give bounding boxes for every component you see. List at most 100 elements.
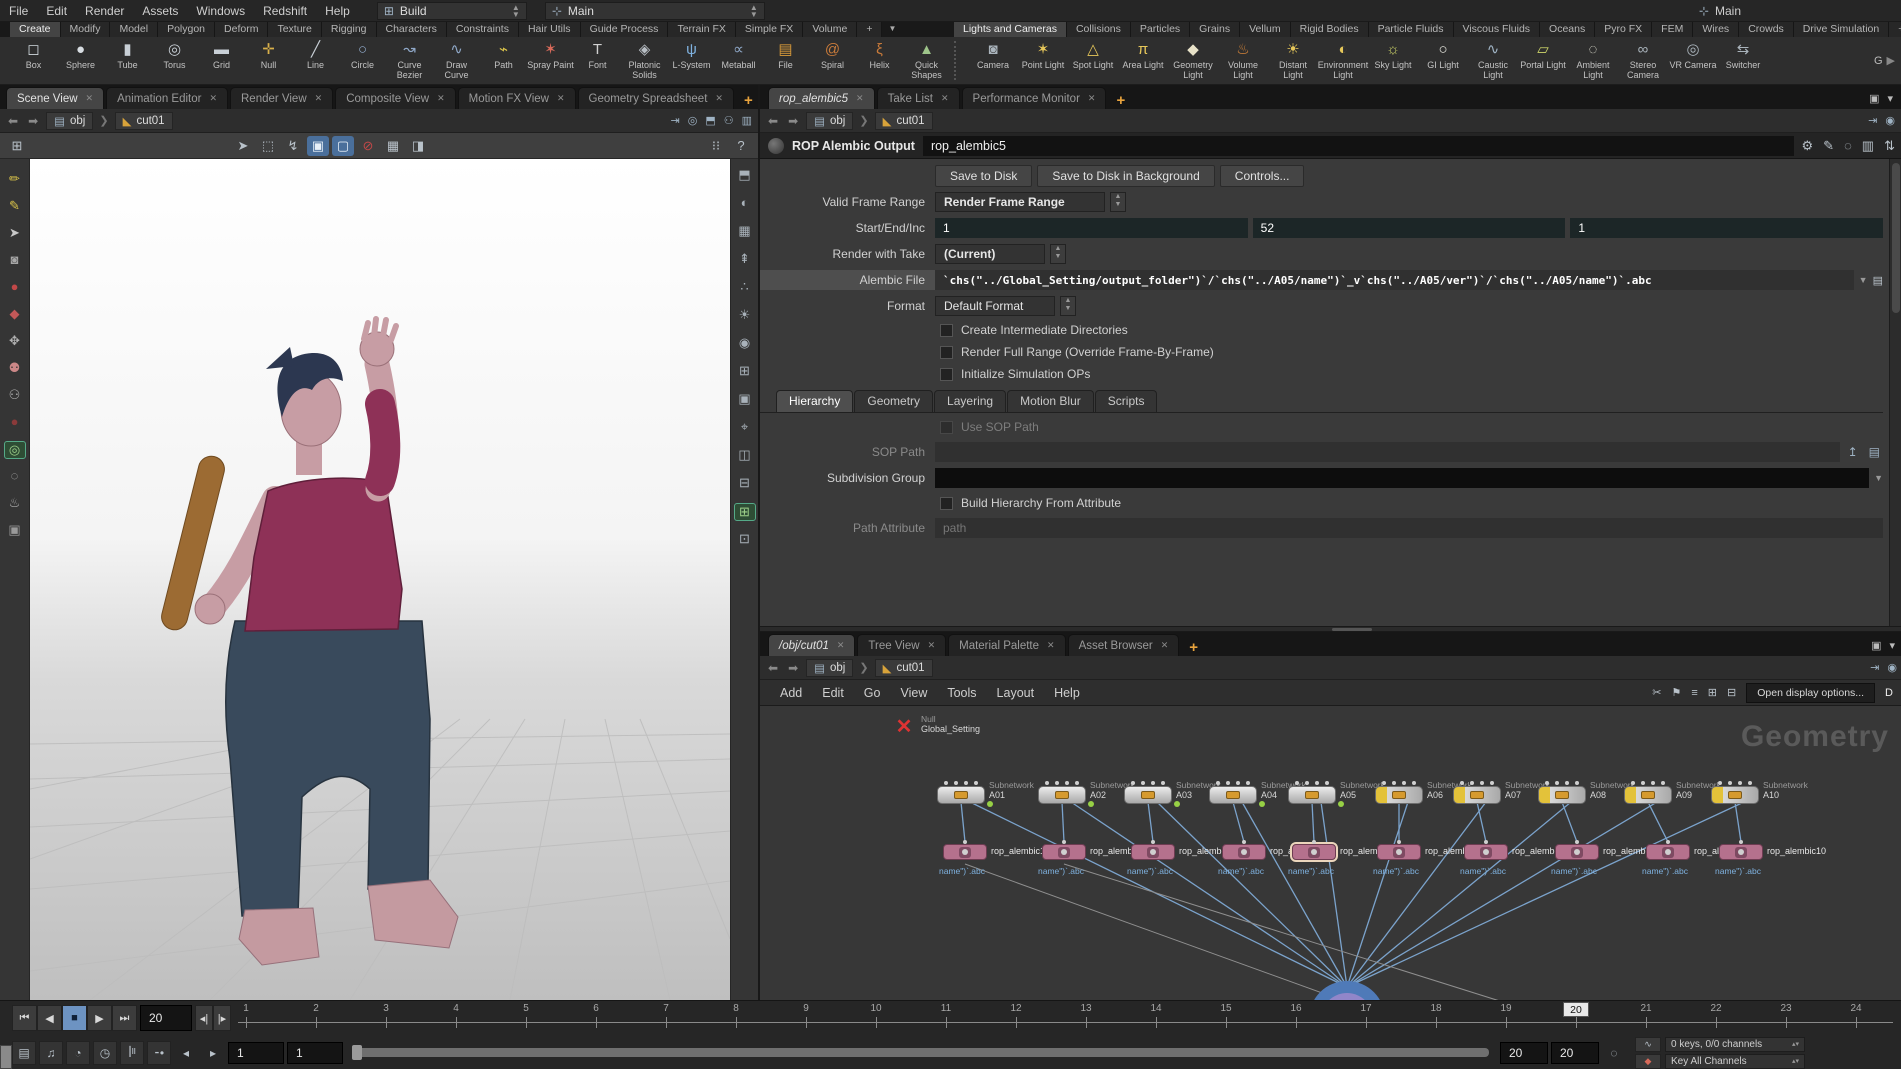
rop-alembic-node[interactable]: rop_alembic10 name")`.abc [1719, 844, 1763, 860]
grid-b-icon[interactable]: ⊡ [734, 531, 756, 549]
shelf-tab[interactable]: Volume [803, 22, 857, 37]
lasso-select-icon[interactable]: ⬚ [257, 136, 279, 156]
menu-item[interactable]: Edit [812, 686, 854, 700]
sort-icon[interactable]: ⁝⁝ [705, 136, 727, 156]
rop-node-body[interactable] [943, 844, 987, 860]
next-frame-button[interactable]: |▸ [213, 1005, 231, 1031]
subnet-node-body[interactable] [1038, 786, 1086, 804]
shelf-tab[interactable]: Pyro FX [1595, 22, 1652, 37]
shelf-tab[interactable]: Grains [1190, 22, 1240, 37]
close-tab-icon[interactable]: ✕ [715, 93, 723, 104]
spinner-icon[interactable]: ▲▼ [750, 4, 758, 18]
shelf-tab[interactable]: Hair Utils [519, 22, 581, 37]
param-folder-tab[interactable]: Layering [934, 390, 1006, 412]
close-tab-icon[interactable]: ✕ [837, 640, 845, 651]
shelf-tab[interactable]: Viscous Fluids [1454, 22, 1541, 37]
breadcrumb-node[interactable]: ◣cut01 [115, 112, 173, 130]
keys-summary-select[interactable]: 0 keys, 0/0 channels▴▾ [1665, 1037, 1805, 1052]
misc-tool-icon[interactable]: ▣ [4, 522, 26, 540]
current-frame-field[interactable]: 20 [140, 1005, 192, 1031]
pane-tab[interactable]: Asset Browser✕ [1068, 634, 1180, 656]
playhead[interactable]: 20 [1563, 1002, 1589, 1017]
subnetwork-node[interactable]: SubnetworkA01 [937, 781, 985, 804]
shelf-tool[interactable]: ∿ Draw Curve [433, 37, 480, 84]
go-start-button[interactable]: ⏮ [12, 1005, 37, 1031]
shelf-tool[interactable]: ▱ Portal Light [1518, 37, 1568, 84]
shelf-tool[interactable]: ● Sphere [57, 37, 104, 84]
display-flag-dot[interactable] [987, 801, 993, 807]
shelf-tab[interactable]: Guide Process [581, 22, 669, 37]
close-tab-icon[interactable]: ✕ [86, 93, 94, 104]
subnetwork-node[interactable]: SubnetworkA09 [1624, 781, 1672, 804]
param-folder-tab[interactable]: Scripts [1095, 390, 1158, 412]
shelf-tab[interactable]: Drive Simulation [1794, 22, 1889, 37]
close-tab-icon[interactable]: ✕ [1047, 640, 1055, 651]
rop-node-body[interactable] [1719, 844, 1763, 860]
playback-range-slider[interactable] [354, 1048, 1489, 1057]
timeline-ruler[interactable]: 123456789101112131415161718192021222324 [238, 1001, 1893, 1035]
shelf-tool[interactable]: ξ Helix [856, 37, 903, 84]
range-next-icon[interactable]: ▸ [201, 1041, 225, 1065]
spinner-icon[interactable]: ▲▼ [1060, 296, 1076, 316]
wireframe-icon[interactable]: ▦ [734, 223, 756, 241]
shelf-tool[interactable]: ▬ Grid [198, 37, 245, 84]
pane-tab[interactable]: Motion FX View✕ [458, 87, 576, 109]
shelf-tool[interactable]: ∿ Caustic Light [1468, 37, 1518, 84]
panel-icon[interactable]: ▥ [742, 114, 752, 127]
grid-view-icon[interactable]: ⊞ [1708, 686, 1717, 699]
rop-alembic-node[interactable]: rop_alembic6 name")`.abc [1377, 844, 1421, 860]
shelf-tab[interactable]: Modify [61, 22, 111, 37]
shelf-tool[interactable]: ◈ Platonic Solids [621, 37, 668, 84]
shelf-tool[interactable]: π Area Light [1118, 37, 1168, 84]
shelf-overflow-arrow[interactable]: ▼ [882, 22, 902, 37]
material-icon[interactable]: ◉ [734, 335, 756, 353]
pose-icon[interactable]: ◆ [4, 306, 26, 324]
help-icon[interactable]: ? [730, 136, 752, 156]
format-select[interactable]: Default Format [935, 296, 1055, 316]
file-chooser-icon[interactable]: ▤ [1873, 274, 1883, 287]
menu-item[interactable]: Assets [133, 4, 187, 18]
close-tab-icon[interactable]: ✕ [437, 93, 445, 104]
pane-tab[interactable]: Composite View✕ [335, 87, 455, 109]
normals-icon[interactable]: ⇞ [734, 251, 756, 269]
sop-path-field[interactable] [935, 442, 1840, 462]
pane-tab[interactable]: Material Palette✕ [948, 634, 1065, 656]
shelf-tab[interactable]: Texture [268, 22, 321, 37]
shelf-tab[interactable]: Rigid Bodies [1291, 22, 1369, 37]
rop-alembic-node[interactable]: rop_alembic4 name")`.abc [1222, 844, 1266, 860]
pane-corner-handle[interactable] [0, 1045, 12, 1069]
go-end-button[interactable]: ⏭ [112, 1005, 137, 1031]
rop-node-body[interactable] [1464, 844, 1508, 860]
node-jump-icon[interactable]: ↥ [1845, 445, 1861, 459]
shelf-tool[interactable]: ▮ Tube [104, 37, 151, 84]
node-name-field[interactable]: rop_alembic5 [923, 136, 1794, 156]
rop-alembic-node[interactable]: rop_alembic1 name")`.abc [943, 844, 987, 860]
shelf-tool[interactable]: ∝ Metaball [715, 37, 762, 84]
rop-node-body[interactable] [1377, 844, 1421, 860]
pane-maximize-icon[interactable]: ▣ [1869, 92, 1879, 105]
set-key-icon[interactable]: ◆ [1635, 1054, 1661, 1069]
shelf-tab[interactable]: Collisions [1067, 22, 1131, 37]
subnetwork-node[interactable]: SubnetworkA06 [1375, 781, 1423, 804]
display-flag-dot[interactable] [1088, 801, 1094, 807]
shelf-tab[interactable]: Constraints [447, 22, 519, 37]
shelf-tool[interactable]: ╱ Line [292, 37, 339, 84]
menu-item[interactable]: View [890, 686, 937, 700]
close-tab-icon[interactable]: ✕ [941, 93, 949, 104]
pin-icon[interactable]: ⇥ [670, 114, 679, 127]
rop-node-body[interactable] [1555, 844, 1599, 860]
shelf-tool[interactable]: ψ L-System [668, 37, 715, 84]
subnetwork-node[interactable]: SubnetworkA10 [1711, 781, 1759, 804]
global-range-end-field[interactable]: 20 [1551, 1042, 1599, 1064]
menu-item[interactable]: Help [1044, 686, 1090, 700]
cube-icon[interactable]: ⬒ [705, 114, 715, 127]
brush-select-icon[interactable]: ↯ [282, 136, 304, 156]
breadcrumb-root[interactable]: ▤obj [806, 112, 853, 130]
menu-item[interactable]: Layout [987, 686, 1045, 700]
subnetwork-node[interactable]: SubnetworkA08 [1538, 781, 1586, 804]
layout-params-icon[interactable]: ▥ [1862, 138, 1874, 154]
range-prev-icon[interactable]: ◂ [174, 1041, 198, 1065]
shelf-tool[interactable]: ○ Circle [339, 37, 386, 84]
menu-item[interactable]: File [0, 4, 37, 18]
shelf-tool[interactable]: ✶ Point Light [1018, 37, 1068, 84]
